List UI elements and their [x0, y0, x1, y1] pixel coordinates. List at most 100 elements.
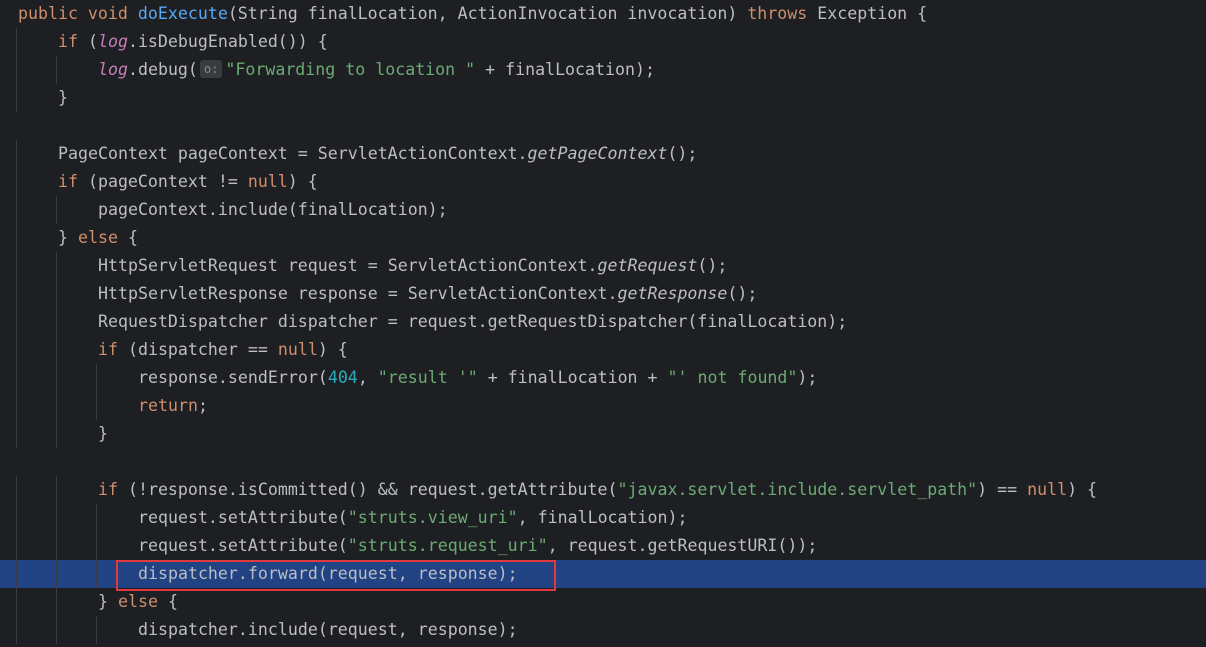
- code-text: pageContext.include(finalLocation);: [98, 196, 448, 224]
- indent-guide: [16, 252, 17, 280]
- indent-guide: [96, 532, 97, 560]
- code-line[interactable]: HttpServletResponse response = ServletAc…: [0, 280, 1206, 308]
- code-line[interactable]: request.setAttribute("struts.request_uri…: [0, 532, 1206, 560]
- code-line[interactable]: pageContext.include(finalLocation);: [0, 196, 1206, 224]
- indent-guide: [16, 420, 17, 448]
- code-token: ();: [667, 144, 698, 163]
- code-token: .isDebugEnabled()) {: [127, 32, 328, 51]
- code-token: if: [58, 32, 78, 51]
- indent-guide: [16, 28, 17, 56]
- indent-guide: [16, 616, 17, 644]
- code-line[interactable]: }: [0, 84, 1206, 112]
- code-token: log: [98, 60, 128, 79]
- code-token: }: [98, 424, 108, 443]
- code-line[interactable]: if (log.isDebugEnabled()) {: [0, 28, 1206, 56]
- code-line[interactable]: request.setAttribute("struts.view_uri", …: [0, 504, 1206, 532]
- code-line[interactable]: public void doExecute(String finalLocati…: [0, 0, 1206, 28]
- indent-guide: [56, 336, 57, 364]
- code-text: RequestDispatcher dispatcher = request.g…: [98, 308, 847, 336]
- code-token: "' not found": [667, 368, 798, 387]
- code-line[interactable]: response.sendError(404, "result '" + fin…: [0, 364, 1206, 392]
- indent-guide: [16, 504, 17, 532]
- indent-guide: [96, 364, 97, 392]
- code-text: public void doExecute(String finalLocati…: [18, 0, 927, 28]
- code-token: (String finalLocation, ActionInvocation …: [227, 4, 748, 23]
- code-line[interactable]: return;: [0, 392, 1206, 420]
- indent-guide: [56, 196, 57, 224]
- code-line[interactable]: dispatcher.include(request, response);: [0, 616, 1206, 644]
- code-token: HttpServletRequest request = ServletActi…: [98, 256, 598, 275]
- indent-guide: [16, 336, 17, 364]
- code-token: pageContext.include(finalLocation);: [98, 200, 448, 219]
- code-token: (pageContext !=: [77, 172, 248, 191]
- code-line[interactable]: HttpServletRequest request = ServletActi…: [0, 252, 1206, 280]
- code-text: request.setAttribute("struts.view_uri", …: [138, 504, 687, 532]
- code-line[interactable]: }: [0, 420, 1206, 448]
- indent-guide: [16, 56, 17, 84]
- code-line[interactable]: if (pageContext != null) {: [0, 168, 1206, 196]
- code-token: ();: [727, 284, 758, 303]
- code-line[interactable]: if (!response.isCommitted() && request.g…: [0, 476, 1206, 504]
- indent-guide: [56, 280, 57, 308]
- code-token: "struts.view_uri": [347, 508, 518, 527]
- code-text: }: [58, 84, 68, 112]
- code-token: (!response.isCommitted() && request.getA…: [117, 480, 618, 499]
- indent-guide: [56, 504, 57, 532]
- code-token: );: [797, 368, 818, 387]
- indent-guide: [96, 616, 97, 644]
- highlight-box: [116, 560, 556, 591]
- code-text: }: [98, 420, 108, 448]
- indent-guide: [16, 196, 17, 224]
- indent-guide: [56, 560, 57, 588]
- code-line[interactable]: [0, 112, 1206, 140]
- indent-guide: [16, 84, 17, 112]
- indent-guide: [56, 56, 57, 84]
- code-line[interactable]: log.debug(o: "Forwarding to location " + …: [0, 56, 1206, 84]
- indent-guide: [96, 504, 97, 532]
- indent-guide: [56, 616, 57, 644]
- code-token: ) {: [1067, 480, 1098, 499]
- code-text: if (!response.isCommitted() && request.g…: [98, 476, 1097, 504]
- code-token: (: [77, 32, 98, 51]
- code-line[interactable]: } else {: [0, 588, 1206, 616]
- code-token: getRequest: [597, 256, 698, 275]
- code-token: {: [117, 228, 138, 247]
- code-token: PageContext pageContext = ServletActionC…: [58, 144, 528, 163]
- code-token: ) {: [317, 340, 348, 359]
- code-token: response.sendError(: [138, 368, 328, 387]
- parameter-hint: o:: [199, 60, 223, 78]
- indent-guide: [16, 476, 17, 504]
- code-line[interactable]: [0, 448, 1206, 476]
- indent-guide: [56, 308, 57, 336]
- code-token: throws: [747, 4, 808, 23]
- code-token: if: [58, 172, 78, 191]
- code-token: request.setAttribute(: [138, 536, 348, 555]
- code-token: ;: [197, 396, 208, 415]
- code-text: return;: [138, 392, 208, 420]
- code-token: }: [58, 88, 68, 107]
- code-text: } else {: [98, 588, 178, 616]
- code-token: "result '": [377, 368, 478, 387]
- indent-guide: [56, 588, 57, 616]
- code-line[interactable]: RequestDispatcher dispatcher = request.g…: [0, 308, 1206, 336]
- code-token: getPageContext: [527, 144, 668, 163]
- code-text: PageContext pageContext = ServletActionC…: [58, 140, 697, 168]
- code-token: doExecute: [137, 4, 228, 23]
- code-line[interactable]: if (dispatcher == null) {: [0, 336, 1206, 364]
- indent-guide: [56, 392, 57, 420]
- code-line[interactable]: PageContext pageContext = ServletActionC…: [0, 140, 1206, 168]
- code-token: 404: [327, 368, 358, 387]
- code-text: } else {: [58, 224, 138, 252]
- code-line[interactable]: } else {: [0, 224, 1206, 252]
- code-token: public void: [18, 4, 138, 23]
- indent-guide: [96, 392, 97, 420]
- indent-guide: [16, 560, 17, 588]
- code-text: if (log.isDebugEnabled()) {: [58, 28, 328, 56]
- code-token: dispatcher.include(request, response);: [138, 620, 518, 639]
- code-token: "Forwarding to location ": [225, 60, 476, 79]
- code-token: + finalLocation +: [477, 368, 668, 387]
- code-token: else: [117, 592, 158, 611]
- code-text: if (pageContext != null) {: [58, 168, 318, 196]
- indent-guide: [96, 560, 97, 588]
- code-editor[interactable]: public void doExecute(String finalLocati…: [0, 0, 1206, 647]
